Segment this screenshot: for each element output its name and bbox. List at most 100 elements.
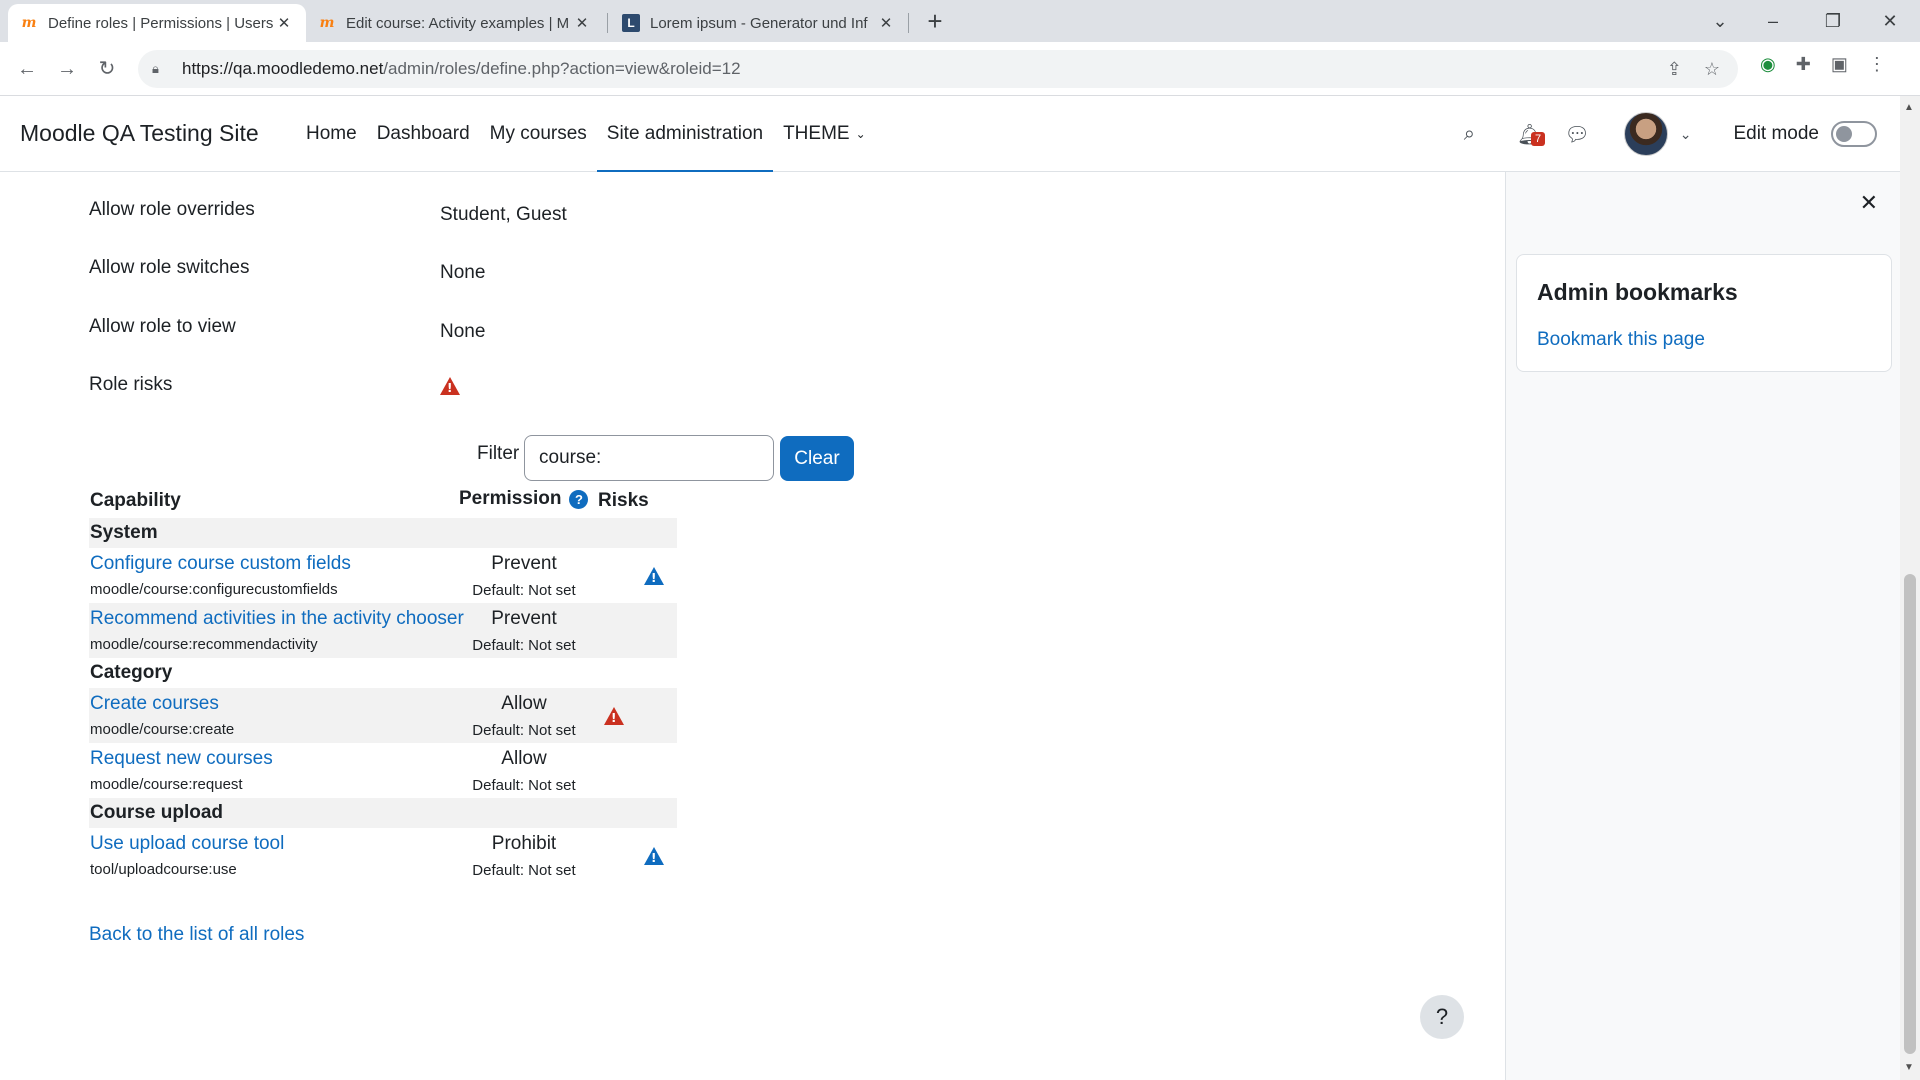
browser-tab-bar: m Define roles | Permissions | Users ✕ m… bbox=[0, 0, 1920, 42]
capability-link[interactable]: Use upload course tool bbox=[90, 833, 284, 855]
close-icon[interactable]: ✕ bbox=[572, 14, 592, 32]
lorem-icon: L bbox=[622, 14, 640, 32]
permission-default: Default: Not set bbox=[472, 637, 576, 654]
browser-menu-icon[interactable]: ⋮ bbox=[1868, 54, 1886, 75]
role-field-label: Allow role overrides bbox=[89, 199, 255, 220]
table-row: Create courses moodle/course:create Allo… bbox=[89, 688, 677, 743]
permission-value[interactable]: Prevent bbox=[459, 553, 589, 575]
notification-count-badge: 7 bbox=[1530, 131, 1546, 146]
restore-icon[interactable]: ❐ bbox=[1813, 6, 1853, 36]
right-drawer: ✕ Admin bookmarks Bookmark this page bbox=[1505, 172, 1900, 1080]
risk-warning-icon[interactable] bbox=[604, 707, 624, 725]
permission-value[interactable]: Prevent bbox=[459, 608, 589, 630]
page-scrollbar[interactable]: ▲ ▼ bbox=[1900, 96, 1920, 1080]
capability-code: moodle/course:request bbox=[90, 776, 243, 793]
risk-cell bbox=[644, 567, 664, 590]
bell-icon[interactable]: 🔔︎ 7 bbox=[1517, 122, 1546, 147]
scroll-up-icon[interactable]: ▲ bbox=[1904, 102, 1914, 113]
filter-input[interactable] bbox=[524, 435, 774, 481]
permission-default: Default: Not set bbox=[472, 777, 576, 794]
table-row: Use upload course tool tool/uploadcourse… bbox=[89, 828, 677, 883]
risk-cell bbox=[604, 707, 624, 730]
site-navbar: Moodle QA Testing Site Home Dashboard My… bbox=[0, 96, 1900, 173]
avatar[interactable] bbox=[1623, 112, 1668, 156]
section-row-category: Category bbox=[89, 658, 677, 688]
column-header-capability: Capability bbox=[90, 490, 181, 511]
help-question-icon[interactable]: ? bbox=[569, 489, 589, 509]
permission-value[interactable]: Allow bbox=[459, 748, 589, 770]
permission-default: Default: Not set bbox=[472, 862, 576, 879]
url-path: /admin/roles/define.php?action=view&role… bbox=[383, 59, 741, 78]
lock-icon[interactable]: 🔒︎ bbox=[152, 61, 168, 77]
navbar-user-area: ⌕ 🔔︎ 7 💬︎ ⌄ Edit mode bbox=[1464, 96, 1900, 172]
permission-header-label: Permission bbox=[459, 488, 562, 509]
back-arrow-icon[interactable]: ← bbox=[12, 54, 42, 84]
puzzle-extensions-icon[interactable]: ✚ bbox=[1796, 54, 1811, 75]
admin-bookmarks-block: Admin bookmarks Bookmark this page bbox=[1516, 254, 1892, 372]
forward-arrow-icon[interactable]: → bbox=[52, 54, 82, 84]
nav-label: Dashboard bbox=[376, 123, 470, 144]
capability-code: tool/uploadcourse:use bbox=[90, 861, 237, 878]
help-button[interactable]: ? bbox=[1420, 995, 1464, 1039]
bookmark-star-icon[interactable]: ☆ bbox=[1704, 59, 1720, 80]
role-field-label: Role risks bbox=[89, 374, 173, 395]
role-field-value: None bbox=[440, 262, 486, 283]
search-icon[interactable]: ⌕ bbox=[1464, 123, 1475, 146]
nav-label: Site administration bbox=[606, 123, 764, 144]
capability-link[interactable]: Configure course custom fields bbox=[90, 553, 351, 575]
risk-warning-icon[interactable] bbox=[440, 377, 460, 395]
permission-value[interactable]: Prohibit bbox=[459, 833, 589, 855]
capability-code: moodle/course:recommendactivity bbox=[90, 636, 318, 653]
extension-shield-icon[interactable]: ◉ bbox=[1760, 54, 1776, 75]
nav-item-my-courses[interactable]: My courses bbox=[480, 96, 597, 172]
share-icon[interactable]: ⇪ bbox=[1667, 59, 1682, 80]
chat-bubble-icon[interactable]: 💬︎ bbox=[1564, 122, 1589, 147]
new-tab-icon[interactable]: + bbox=[921, 8, 949, 36]
nav-item-home[interactable]: Home bbox=[296, 96, 367, 172]
role-risks-value bbox=[440, 377, 460, 401]
capability-link[interactable]: Request new courses bbox=[90, 748, 273, 770]
scroll-down-icon[interactable]: ▼ bbox=[1904, 1062, 1914, 1073]
nav-label: My courses bbox=[489, 123, 587, 144]
nav-item-dashboard[interactable]: Dashboard bbox=[367, 96, 480, 172]
reload-icon[interactable]: ↻ bbox=[92, 54, 122, 84]
edit-mode-label: Edit mode bbox=[1733, 123, 1819, 144]
bookmark-this-page-link[interactable]: Bookmark this page bbox=[1537, 329, 1705, 351]
column-header-risks: Risks bbox=[598, 490, 649, 511]
permission-value[interactable]: Allow bbox=[459, 693, 589, 715]
close-icon[interactable]: ✕ bbox=[274, 14, 294, 32]
browser-toolbar: ← → ↻ 🔒︎ https://qa.moodledemo.net/admin… bbox=[0, 42, 1920, 96]
nav-item-site-administration[interactable]: Site administration bbox=[596, 96, 774, 173]
browser-tab-lorem-ipsum[interactable]: L Lorem ipsum - Generator und Inf ✕ bbox=[610, 4, 908, 42]
url-host: https://qa.moodledemo.net bbox=[182, 59, 384, 78]
browser-tab-define-roles[interactable]: m Define roles | Permissions | Users ✕ bbox=[8, 4, 306, 42]
nav-item-theme[interactable]: THEME ⌄ bbox=[773, 96, 876, 172]
risk-info-icon[interactable] bbox=[644, 847, 664, 865]
site-name[interactable]: Moodle QA Testing Site bbox=[20, 120, 259, 147]
moodle-icon: m bbox=[21, 15, 37, 31]
back-to-roles-link[interactable]: Back to the list of all roles bbox=[89, 924, 304, 946]
tab-search-chevron-icon[interactable]: ⌄ bbox=[1700, 6, 1740, 36]
close-icon[interactable]: ✕ bbox=[876, 14, 896, 32]
section-row-course-upload: Course upload bbox=[89, 798, 677, 828]
capability-link[interactable]: Create courses bbox=[90, 693, 219, 715]
scrollbar-thumb[interactable] bbox=[1904, 574, 1916, 1054]
address-bar[interactable]: 🔒︎ https://qa.moodledemo.net/admin/roles… bbox=[138, 50, 1738, 88]
tab-title: Define roles | Permissions | Users bbox=[48, 14, 274, 32]
risk-info-icon[interactable] bbox=[644, 567, 664, 585]
main-content: Allow role overrides Student, Guest Allo… bbox=[0, 172, 1505, 1080]
side-panel-icon[interactable]: ▣ bbox=[1831, 54, 1848, 75]
tab-title: Lorem ipsum - Generator und Inf bbox=[650, 14, 868, 32]
browser-tab-edit-course[interactable]: m Edit course: Activity examples | M ✕ bbox=[306, 4, 604, 42]
minimize-icon[interactable]: – bbox=[1753, 6, 1793, 36]
role-field-value: None bbox=[440, 321, 486, 342]
toggle-knob bbox=[1836, 126, 1852, 142]
edit-mode-toggle[interactable] bbox=[1831, 121, 1877, 147]
capability-link[interactable]: Recommend activities in the activity cho… bbox=[90, 608, 464, 630]
permission-default: Default: Not set bbox=[472, 582, 576, 599]
chevron-down-icon[interactable]: ⌄ bbox=[1680, 126, 1692, 143]
risk-cell bbox=[644, 847, 664, 870]
close-drawer-icon[interactable]: ✕ bbox=[1860, 190, 1878, 216]
clear-filter-button[interactable]: Clear bbox=[780, 436, 854, 481]
window-close-icon[interactable]: ✕ bbox=[1870, 6, 1910, 36]
